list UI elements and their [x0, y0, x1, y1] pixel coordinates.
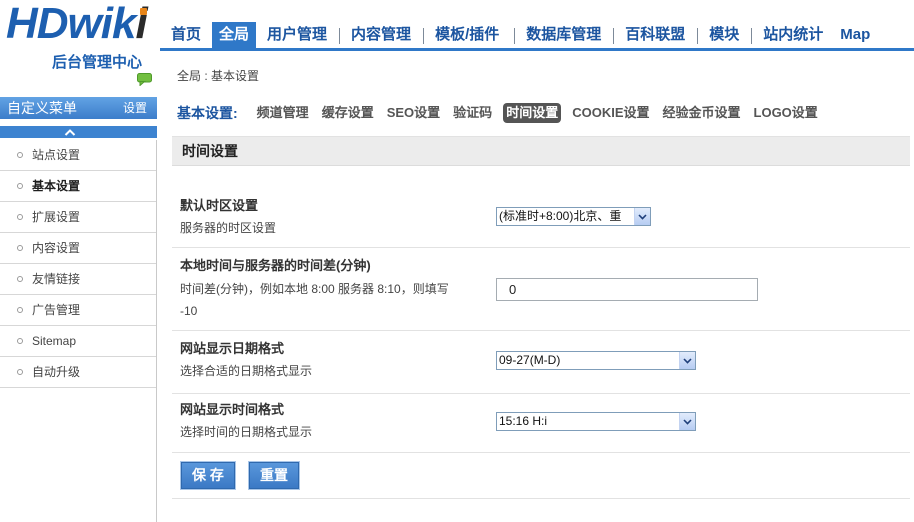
nav-tab-home[interactable]: 首页: [165, 22, 208, 48]
sidebar-item-label: 基本设置: [32, 179, 81, 193]
sidebar-item-label: 内容设置: [32, 241, 81, 255]
sidebar-item-label: 友情链接: [32, 272, 81, 286]
chevron-down-icon[interactable]: [679, 352, 695, 369]
nav-tab-templates-plugins[interactable]: 模板/插件: [423, 22, 514, 48]
subnav-logo-settings[interactable]: LOGO设置: [752, 103, 820, 123]
sidebar-settings-link[interactable]: 设置: [123, 97, 147, 119]
time-settings-form: 默认时区设置 服务器的时区设置 (标准时+8:00)北京、重 本地时间与服务器的…: [172, 166, 910, 500]
sidebar-item-site-settings[interactable]: 站点设置: [0, 140, 156, 171]
sidebar-menu: 站点设置 基本设置 扩展设置 内容设置 友情链接 广告管理 Sitemap 自动…: [0, 140, 156, 388]
section-header: 时间设置: [172, 136, 910, 166]
sidebar-item-extended-settings[interactable]: 扩展设置: [0, 202, 156, 233]
form-row-timezone: 默认时区设置 服务器的时区设置 (标准时+8:00)北京、重: [172, 166, 910, 248]
form-row-time-format: 网站显示时间格式 选择时间的日期格式显示 15:16 H:i: [172, 394, 910, 453]
circle-bullet-icon: [17, 276, 23, 282]
sidebar-item-sitemap[interactable]: Sitemap: [0, 326, 156, 357]
date-format-select[interactable]: 09-27(M-D): [496, 351, 696, 370]
logo-wordmark: HDwiki: [6, 0, 148, 49]
timezone-select[interactable]: (标准时+8:00)北京、重: [496, 207, 651, 226]
subnav-channel-management[interactable]: 频道管理: [255, 103, 311, 123]
subnav-cache-settings[interactable]: 缓存设置: [320, 103, 376, 123]
timezone-select-value: (标准时+8:00)北京、重: [499, 209, 622, 223]
logo-wordmark-main: HDwik: [6, 0, 136, 48]
logo-wordmark-accent: i: [135, 0, 147, 48]
date-format-select-value: 09-27(M-D): [499, 353, 561, 367]
nav-tab-modules[interactable]: 模块: [697, 22, 751, 48]
subnav-cookie-settings[interactable]: COOKIE设置: [570, 103, 651, 123]
sidebar-item-auto-upgrade[interactable]: 自动升级: [0, 357, 156, 388]
sidebar-divider: [156, 140, 157, 522]
breadcrumb: 全局 : 基本设置: [177, 69, 260, 83]
form-actions: 保 存 重置: [172, 453, 910, 499]
sidebar-item-label: 自动升级: [32, 365, 81, 379]
subnav-experience-coin-settings[interactable]: 经验金币设置: [661, 103, 743, 123]
sidebar-item-label: Sitemap: [32, 334, 77, 348]
sidebar-item-ad-management[interactable]: 广告管理: [0, 295, 156, 326]
sidebar-header: 自定义菜单 设置: [0, 97, 157, 119]
circle-bullet-icon: [17, 369, 23, 375]
circle-bullet-icon: [17, 183, 23, 189]
chevron-down-icon[interactable]: [679, 413, 695, 430]
logo[interactable]: HDwiki 后台管理中心: [0, 0, 157, 92]
top-navigation-tabs: 首页 全局 用户管理 内容管理 模板/插件 数据库管理 百科联盟 模块 站内统计…: [165, 22, 882, 48]
chevron-up-icon: [64, 128, 76, 136]
chevron-down-icon[interactable]: [634, 208, 650, 225]
timezone-label: 默认时区设置: [180, 198, 259, 213]
sidebar-item-label: 站点设置: [32, 148, 81, 162]
circle-bullet-icon: [17, 338, 23, 344]
save-button[interactable]: 保 存: [180, 461, 236, 490]
time-format-select-value: 15:16 H:i: [499, 414, 548, 428]
circle-bullet-icon: [17, 245, 23, 251]
time-format-label: 网站显示时间格式: [180, 402, 285, 417]
timezone-description: 服务器的时区设置: [180, 221, 277, 235]
nav-tab-database-management[interactable]: 数据库管理: [514, 22, 613, 48]
section-title: 时间设置: [182, 143, 238, 159]
subnav-seo-settings[interactable]: SEO设置: [385, 103, 442, 123]
reset-button[interactable]: 重置: [248, 461, 300, 490]
sidebar-item-label: 扩展设置: [32, 210, 81, 224]
nav-tab-content-management[interactable]: 内容管理: [339, 22, 423, 48]
circle-bullet-icon: [17, 307, 23, 313]
date-format-description: 选择合适的日期格式显示: [180, 364, 313, 378]
nav-tab-wiki-alliance[interactable]: 百科联盟: [613, 22, 697, 48]
subnav-captcha[interactable]: 验证码: [451, 103, 494, 123]
form-row-time-offset: 本地时间与服务器的时间差(分钟) 时间差(分钟)，例如本地 8:00 服务器 8…: [172, 248, 910, 331]
nav-tab-site-statistics[interactable]: 站内统计: [751, 22, 835, 48]
sidebar-collapse-toggle[interactable]: [0, 126, 157, 138]
admin-center-subtitle: 后台管理中心: [52, 54, 143, 71]
time-offset-input[interactable]: [496, 278, 758, 301]
time-offset-description: 时间差(分钟)，例如本地 8:00 服务器 8:10，则填写 -10: [180, 282, 449, 318]
top-navigation: 首页 全局 用户管理 内容管理 模板/插件 数据库管理 百科联盟 模块 站内统计…: [160, 0, 914, 51]
settings-subnav: 基本设置: 频道管理 缓存设置 SEO设置 验证码 时间设置 COOKIE设置 …: [177, 103, 829, 123]
form-row-date-format: 网站显示日期格式 选择合适的日期格式显示 09-27(M-D): [172, 331, 910, 394]
nav-tab-global[interactable]: 全局: [212, 22, 257, 48]
sidebar-item-basic-settings[interactable]: 基本设置: [0, 171, 156, 202]
circle-bullet-icon: [17, 214, 23, 220]
subnav-time-settings[interactable]: 时间设置: [503, 103, 562, 123]
sidebar-item-content-settings[interactable]: 内容设置: [0, 233, 156, 264]
nav-tab-map[interactable]: Map: [835, 22, 882, 48]
sidebar-title: 自定义菜单: [7, 100, 77, 116]
time-offset-label: 本地时间与服务器的时间差(分钟): [180, 258, 371, 273]
circle-bullet-icon: [17, 152, 23, 158]
sidebar-item-friend-links[interactable]: 友情链接: [0, 264, 156, 295]
chat-bubble-icon: [137, 73, 153, 86]
nav-tab-user-management[interactable]: 用户管理: [256, 22, 339, 48]
date-format-label: 网站显示日期格式: [180, 341, 285, 356]
subnav-title: 基本设置:: [177, 105, 238, 121]
sidebar-item-label: 广告管理: [32, 303, 81, 317]
time-format-select[interactable]: 15:16 H:i: [496, 412, 696, 431]
time-format-description: 选择时间的日期格式显示: [180, 425, 313, 439]
